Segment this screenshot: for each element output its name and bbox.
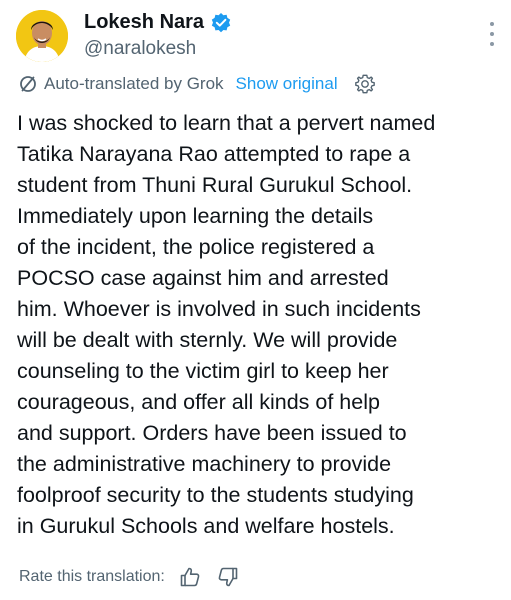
- thumbs-down-icon[interactable]: [217, 566, 239, 588]
- thumbs-up-icon[interactable]: [179, 566, 201, 588]
- gear-icon[interactable]: [354, 73, 376, 95]
- show-original-link[interactable]: Show original: [236, 74, 338, 94]
- post-header: Lokesh Nara @naralokesh: [16, 10, 496, 66]
- more-vertical-icon[interactable]: [488, 22, 496, 46]
- avatar-image: [16, 10, 68, 62]
- translation-label: Auto-translated by Grok: [44, 74, 224, 93]
- verified-badge-icon: [211, 12, 231, 32]
- translation-bar: Auto-translated by Grok Show original: [18, 73, 376, 95]
- post-text: I was shocked to learn that a pervert na…: [17, 111, 436, 538]
- author-handle[interactable]: @naralokesh: [84, 38, 196, 60]
- rate-translation-label: Rate this translation:: [19, 568, 165, 585]
- author-name[interactable]: Lokesh Nara: [84, 11, 204, 34]
- rate-translation-bar: Rate this translation:: [19, 566, 239, 588]
- translate-slash-icon: [20, 76, 36, 92]
- avatar[interactable]: [16, 10, 68, 62]
- author-name-row: Lokesh Nara: [84, 11, 232, 34]
